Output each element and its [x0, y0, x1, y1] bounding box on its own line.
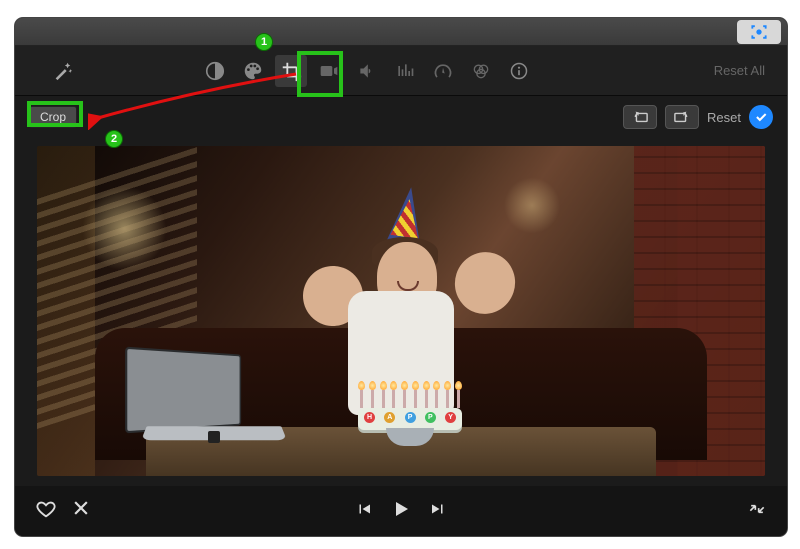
- scene-laptop: [124, 351, 284, 451]
- crop-icon: [280, 60, 302, 82]
- favorite-button[interactable]: [35, 498, 57, 525]
- tool-group: [199, 55, 535, 87]
- prev-frame-button[interactable]: [355, 500, 373, 523]
- info-button[interactable]: [503, 55, 535, 87]
- speed-button[interactable]: [427, 55, 459, 87]
- subbar-right: Reset: [623, 105, 773, 129]
- video-preview[interactable]: HAPPY: [37, 146, 765, 476]
- capture-icon: [749, 22, 769, 42]
- screen-capture-button[interactable]: [737, 20, 781, 44]
- color-balance-button[interactable]: [199, 55, 231, 87]
- expand-icon: [747, 499, 767, 519]
- reset-all-button[interactable]: Reset All: [714, 63, 775, 78]
- info-icon: [509, 61, 529, 81]
- rotate-cw-icon: [671, 109, 693, 125]
- crop-mode-button[interactable]: Crop: [29, 106, 77, 128]
- speedometer-icon: [433, 61, 453, 81]
- rotate-cw-button[interactable]: [665, 105, 699, 129]
- adjustments-toolbar: Reset All: [15, 46, 787, 96]
- video-camera-icon: [319, 61, 339, 81]
- color-correction-button[interactable]: [237, 55, 269, 87]
- close-icon: [71, 498, 91, 518]
- crop-subbar: Crop Reset: [15, 96, 787, 138]
- reset-crop-button[interactable]: Reset: [707, 110, 741, 125]
- callout-number-1: 1: [255, 33, 273, 51]
- play-button[interactable]: [389, 497, 413, 526]
- heart-icon: [35, 498, 57, 520]
- skip-next-icon: [429, 500, 447, 518]
- next-frame-button[interactable]: [429, 500, 447, 523]
- color-filter-button[interactable]: [465, 55, 497, 87]
- scene-cake: HAPPY: [350, 390, 470, 436]
- playback-controls: [15, 486, 787, 536]
- play-icon: [389, 497, 413, 521]
- volume-icon: [357, 61, 377, 81]
- crop-tool-button[interactable]: [275, 55, 307, 87]
- equalizer-icon: [395, 61, 415, 81]
- rotate-ccw-button[interactable]: [623, 105, 657, 129]
- editor-window: Reset All Crop Reset: [15, 18, 787, 536]
- volume-button[interactable]: [351, 55, 383, 87]
- magic-wand-icon: [52, 60, 74, 82]
- fullscreen-button[interactable]: [747, 499, 767, 524]
- auto-enhance-button[interactable]: [47, 55, 79, 87]
- contrast-icon: [204, 60, 226, 82]
- reject-button[interactable]: [71, 498, 91, 525]
- rotate-ccw-icon: [629, 109, 651, 125]
- skip-previous-icon: [355, 500, 373, 518]
- noise-reduction-button[interactable]: [389, 55, 421, 87]
- callout-number-2: 2: [105, 130, 123, 148]
- palette-icon: [242, 60, 264, 82]
- apply-button[interactable]: [749, 105, 773, 129]
- stabilization-button[interactable]: [313, 55, 345, 87]
- checkmark-icon: [754, 110, 768, 124]
- overlapping-circles-icon: [471, 61, 491, 81]
- titlebar: [15, 18, 787, 46]
